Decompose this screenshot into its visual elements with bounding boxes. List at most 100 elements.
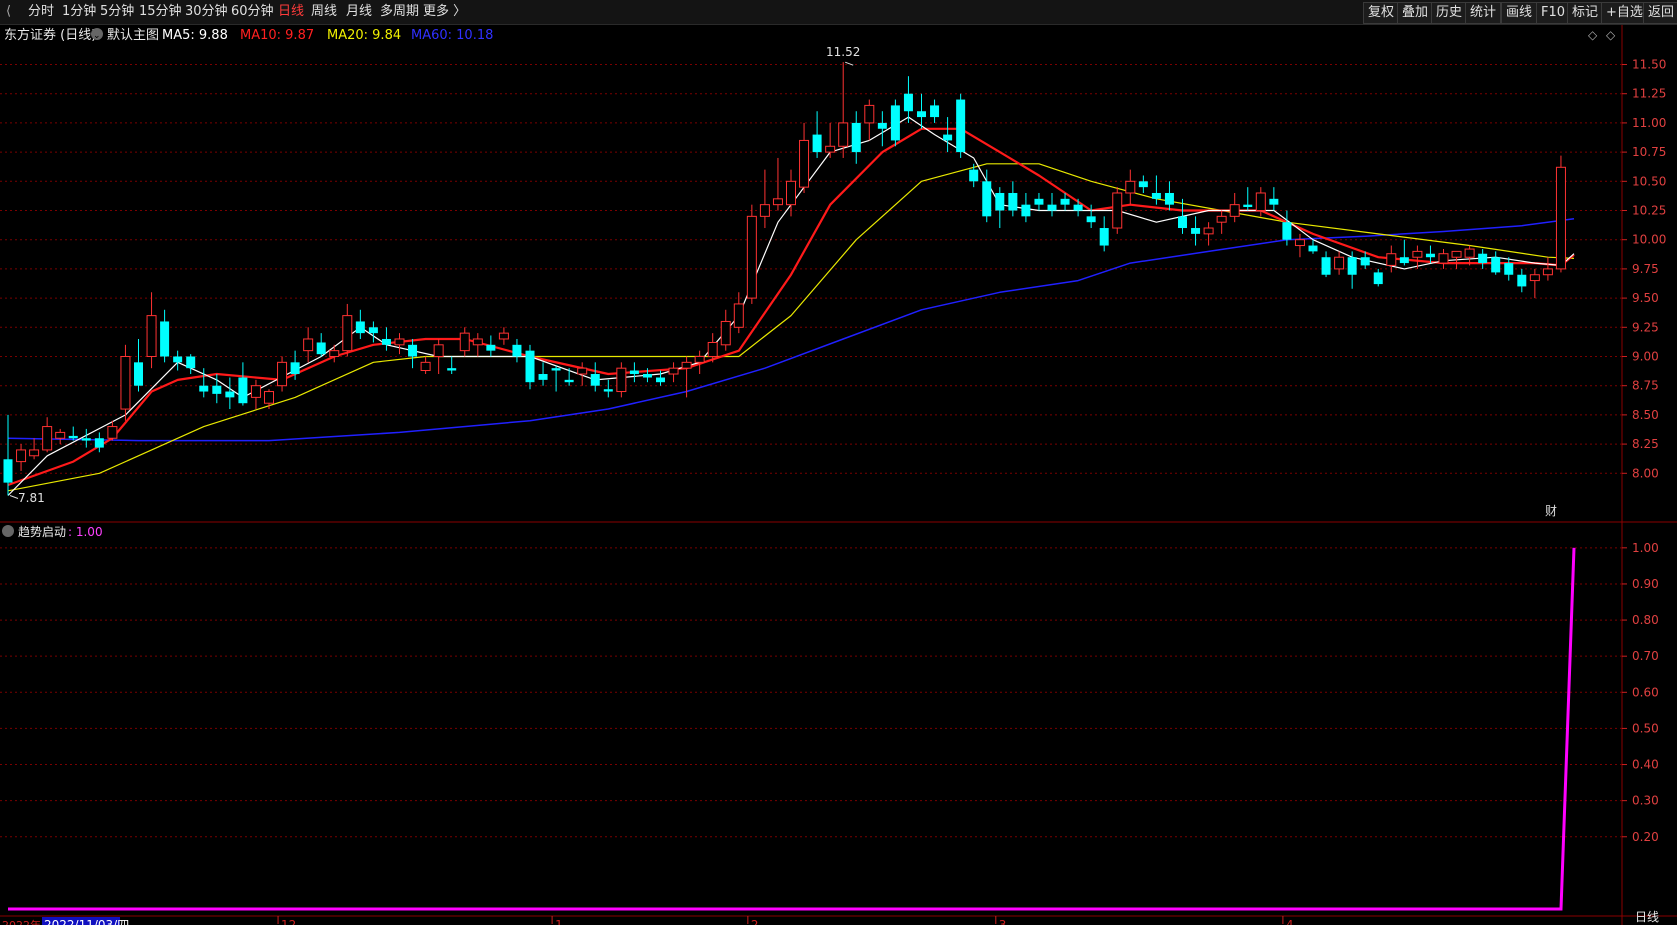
period-tab[interactable]: 月线 — [346, 0, 372, 24]
candle-body — [1086, 216, 1096, 223]
period-tab[interactable]: 5分钟 — [100, 0, 134, 24]
candle-body — [472, 338, 483, 346]
candle-up — [120, 344, 131, 421]
candle-down — [1321, 251, 1331, 278]
candle-down — [238, 362, 248, 406]
candle-body — [459, 332, 470, 352]
period-tab[interactable]: 1分钟 — [62, 0, 96, 24]
candle-down — [1099, 216, 1109, 252]
period-tab[interactable]: 60分钟 — [231, 0, 274, 24]
candle-up — [277, 356, 288, 392]
candle-body — [173, 356, 183, 363]
candle-up — [1334, 251, 1345, 275]
candle-body — [1164, 192, 1174, 205]
main-chart-label: 默认主图 — [107, 27, 159, 43]
candle-down — [1138, 175, 1148, 193]
back-icon[interactable]: ⟨ — [6, 0, 18, 24]
candle-body — [1008, 192, 1018, 211]
stats-button[interactable]: 统计 — [1465, 2, 1502, 24]
candle-up — [16, 444, 27, 471]
candle-down — [525, 344, 535, 390]
candle-body — [94, 438, 104, 448]
period-tag: 日线 — [1635, 910, 1659, 924]
x-tick-label: 2 — [751, 918, 759, 925]
candle-down — [890, 99, 900, 147]
mark-button[interactable]: 标记 — [1567, 2, 1604, 24]
candle-body — [1438, 253, 1449, 264]
candle-down — [1021, 192, 1031, 223]
candle-body — [447, 368, 457, 371]
low-price-label: 7.81 — [18, 491, 45, 505]
candle-down — [603, 379, 613, 398]
candle-down — [68, 426, 78, 441]
candle-body — [851, 122, 861, 153]
candle-body — [212, 385, 222, 394]
candle-body — [603, 389, 613, 392]
candle-body — [642, 374, 652, 378]
period-tab-active[interactable]: 日线 — [278, 0, 304, 24]
candle-body — [1386, 253, 1397, 266]
candle-down — [1308, 239, 1318, 254]
candle-down — [1504, 257, 1514, 281]
diamond-icon[interactable]: ◇ — [1588, 28, 1598, 42]
candle-down — [969, 163, 979, 188]
period-tab[interactable]: 分时 — [28, 0, 54, 24]
adjust-button[interactable]: 复权 — [1363, 2, 1400, 24]
candle-down — [943, 117, 953, 153]
chevron-glyph: ⌄ — [93, 31, 101, 41]
candle-down — [1399, 239, 1409, 266]
candle-body — [1542, 268, 1553, 276]
candle-body — [238, 377, 248, 404]
candle-body — [720, 320, 731, 346]
candle-body — [1060, 198, 1070, 205]
period-tab[interactable]: 多周期 — [380, 0, 419, 24]
indicator-tick-label: 0.20 — [1632, 830, 1659, 844]
history-button[interactable]: 历史 — [1431, 2, 1468, 24]
candle-body — [1360, 257, 1370, 266]
period-tab[interactable]: 15分钟 — [139, 0, 182, 24]
f10-button[interactable]: F10 — [1536, 2, 1571, 24]
financial-marker[interactable]: 财 — [1545, 504, 1557, 518]
candle-down — [1164, 181, 1174, 211]
candle-body — [681, 361, 692, 369]
indicator-tick-label: 0.90 — [1632, 577, 1659, 591]
chevron-down-icon[interactable] — [2, 525, 14, 537]
candle-down — [812, 111, 822, 158]
add-watchlist-button[interactable]: +自选 — [1601, 2, 1648, 24]
y-tick-label: 8.50 — [1632, 408, 1659, 422]
candle-body — [995, 192, 1005, 211]
candle-body — [825, 145, 836, 153]
candle-down — [408, 338, 418, 369]
candle-body — [629, 370, 639, 375]
candle-up — [799, 122, 810, 193]
candle-up — [55, 428, 66, 445]
candle-body — [1282, 222, 1292, 240]
period-tab[interactable]: 周线 — [311, 0, 337, 24]
diamond-icon[interactable]: ◇ — [1606, 28, 1616, 42]
candle-body — [329, 350, 340, 357]
candle-up — [825, 122, 836, 158]
indicator-tick-label: 0.50 — [1632, 721, 1659, 735]
candle-up — [759, 169, 770, 229]
candle-body — [812, 134, 822, 153]
candle-body — [81, 438, 91, 441]
draw-button[interactable]: 画线 — [1501, 2, 1538, 24]
return-button[interactable]: 返回 — [1643, 2, 1677, 24]
candle-down — [486, 335, 496, 357]
candle-body — [917, 111, 926, 118]
candle-body — [1294, 239, 1305, 247]
kline-chart[interactable]: 8.008.258.508.759.009.259.509.7510.0010.… — [0, 25, 1677, 925]
overlay-button[interactable]: 叠加 — [1397, 2, 1434, 24]
indicator-tick-label: 0.30 — [1632, 794, 1659, 808]
candle-body — [616, 367, 627, 393]
candle-down — [1243, 187, 1253, 211]
y-tick-label: 9.75 — [1632, 262, 1659, 276]
candle-body — [120, 355, 131, 410]
y-tick-label: 9.25 — [1632, 320, 1659, 334]
candle-body — [943, 134, 953, 141]
period-tab[interactable]: 30分钟 — [185, 0, 228, 24]
indicator-tick-label: 0.70 — [1632, 649, 1659, 663]
candle-down — [538, 362, 548, 386]
x-tick-label: 1 — [555, 918, 563, 925]
more-periods-menu[interactable]: 更多 〉 — [423, 0, 466, 24]
